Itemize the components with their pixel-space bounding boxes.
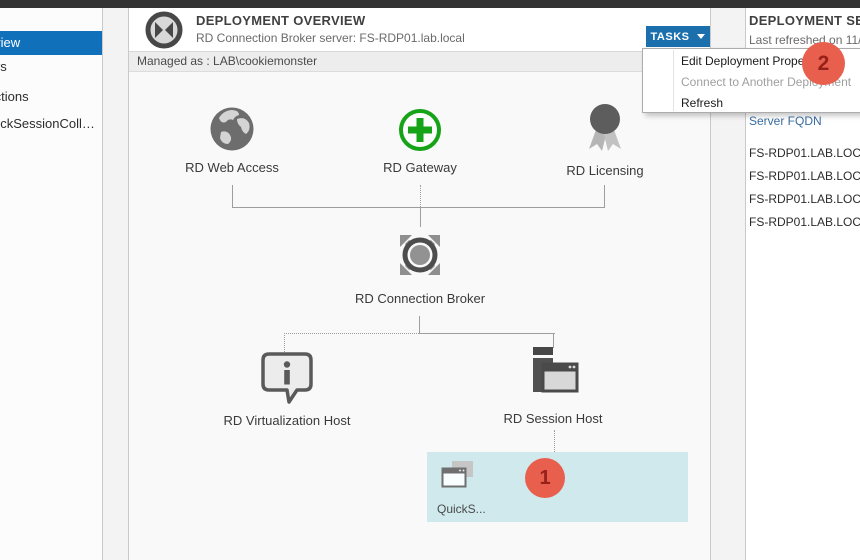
connector-line-dotted	[420, 185, 421, 207]
deployment-overview-icon	[144, 10, 184, 50]
sidebar-item-collections[interactable]: Collections	[0, 85, 102, 109]
annotation-step-1-badge: 1	[525, 458, 565, 498]
info-bubble-icon	[259, 351, 315, 405]
chevron-down-icon	[697, 34, 705, 39]
node-label: RD Session Host	[504, 411, 603, 426]
sidebar-nav: Overview Servers Collections QuickSessio…	[0, 8, 103, 560]
node-rd-gateway[interactable]: RD Gateway	[345, 108, 495, 175]
connector-line	[419, 316, 420, 333]
broker-server-subtitle: RD Connection Broker server: FS-RDP01.la…	[196, 31, 465, 45]
server-row[interactable]: FS-RDP01.LAB.LOCAL	[749, 146, 860, 160]
tasks-button-label: TASKS	[651, 31, 690, 43]
server-row[interactable]: FS-RDP01.LAB.LOCAL	[749, 215, 860, 229]
node-label: RD Connection Broker	[355, 291, 485, 306]
broker-arrows-icon	[392, 227, 448, 283]
page-title: DEPLOYMENT OVERVIEW	[196, 13, 365, 28]
connector-line-dotted	[554, 430, 555, 452]
medal-icon	[583, 103, 627, 155]
tasks-menu-button[interactable]: TASKS	[646, 26, 710, 47]
sidebar-item-label: Collections	[0, 85, 29, 109]
node-label: RD Licensing	[566, 163, 643, 178]
sidebar-item-label: Servers	[0, 55, 7, 79]
connector-line	[553, 333, 554, 348]
node-label: RD Web Access	[185, 160, 279, 175]
connector-line	[604, 185, 605, 207]
connector-line	[232, 207, 605, 208]
globe-icon	[209, 106, 255, 152]
column-header-server-fqdn[interactable]: Server FQDN	[749, 114, 822, 128]
last-refreshed-text: Last refreshed on 11/3	[749, 33, 860, 47]
collection-windows-icon	[441, 461, 475, 494]
collection-label: QuickS...	[437, 502, 486, 516]
sidebar-item-label: Overview	[0, 31, 20, 55]
connector-line	[419, 333, 555, 334]
window-top-strip	[0, 0, 860, 8]
server-row[interactable]: FS-RDP01.LAB.LOCAL	[749, 169, 860, 183]
connector-line	[420, 207, 421, 227]
annotation-step-2-badge: 2	[802, 42, 845, 85]
node-label: RD Gateway	[383, 160, 457, 175]
node-rd-virtualization-host[interactable]: RD Virtualization Host	[197, 351, 377, 428]
connector-line	[232, 185, 233, 207]
managed-as-bar: Managed as : LAB\cookiemonster	[129, 51, 710, 72]
sidebar-item-servers[interactable]: Servers	[0, 55, 102, 79]
connector-line-dotted	[284, 333, 419, 334]
server-row[interactable]: FS-RDP01.LAB.LOCAL	[749, 192, 860, 206]
servers-card-title: DEPLOYMENT SERVERS	[749, 13, 860, 28]
add-green-icon	[398, 108, 442, 152]
node-rd-web-access[interactable]: RD Web Access	[157, 106, 307, 175]
node-rd-licensing[interactable]: RD Licensing	[530, 103, 680, 178]
node-label: RD Virtualization Host	[224, 413, 351, 428]
sidebar-item-quicksessioncollection[interactable]: QuickSessionCollection	[0, 112, 102, 136]
menu-item-refresh[interactable]: Refresh	[643, 92, 860, 114]
node-rd-session-host[interactable]: RD Session Host	[478, 347, 628, 426]
sidebar-item-overview[interactable]: Overview	[0, 31, 102, 55]
node-rd-connection-broker[interactable]: RD Connection Broker	[335, 227, 505, 306]
sidebar-item-label: QuickSessionCollection	[0, 112, 102, 136]
server-window-icon	[526, 347, 580, 403]
rds-deployment-window: Overview Servers Collections QuickSessio…	[0, 0, 860, 560]
